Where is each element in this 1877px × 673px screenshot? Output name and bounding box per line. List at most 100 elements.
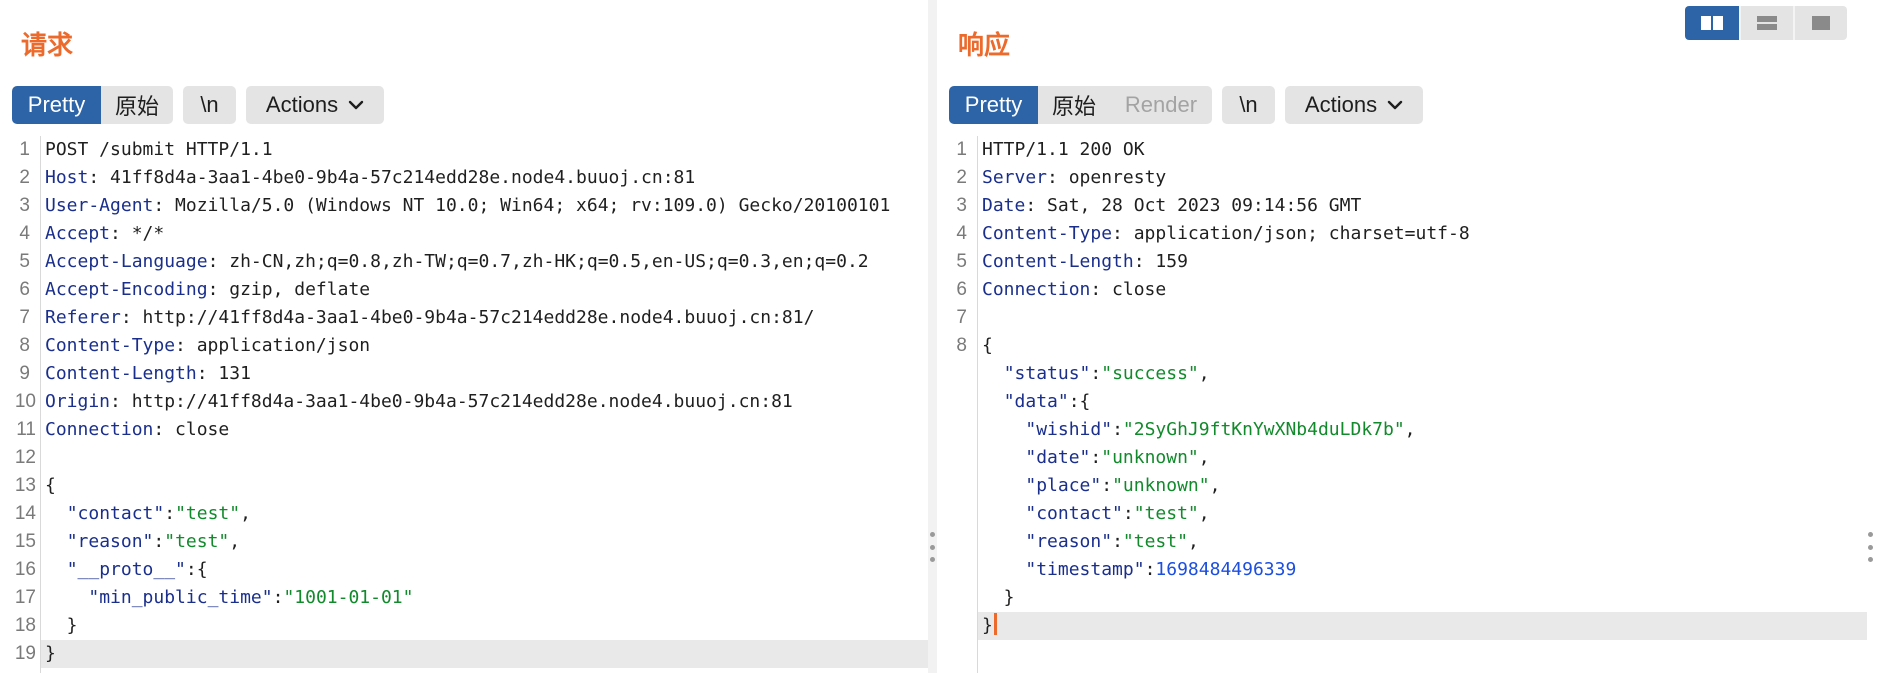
code-punct: HTTP/1.1 200 OK: [982, 139, 1145, 160]
tab-pretty[interactable]: Pretty: [949, 86, 1038, 124]
code-punct: [982, 503, 1025, 524]
code-text: "__proto__":{: [45, 556, 208, 584]
line-number: 16: [14, 559, 36, 580]
line-number: 1: [19, 139, 30, 160]
newline-toggle-button[interactable]: \n: [183, 86, 236, 124]
code-punct: : application/json; charset=utf-8: [1112, 223, 1470, 244]
code-punct: : openresty: [1047, 167, 1167, 188]
code-line: "wishid":"2SyGhJ9ftKnYwXNb4duLDk7b",: [978, 416, 1867, 444]
line-number: 6: [956, 279, 967, 300]
code-text: Accept: */*: [45, 220, 164, 248]
tab-render[interactable]: Render: [1110, 86, 1212, 124]
code-punct: }: [982, 615, 993, 636]
actions-dropdown-button[interactable]: Actions: [1285, 86, 1423, 124]
actions-dropdown-button[interactable]: Actions: [246, 86, 384, 124]
code-key: "contact": [1025, 503, 1123, 524]
code-text: "place":"unknown",: [982, 472, 1220, 500]
code-line: 7 Referer: http://41ff8d4a-3aa1-4be0-9b4a…: [19, 304, 928, 332]
tab-raw[interactable]: 原始: [101, 86, 173, 124]
code-punct: :: [1112, 531, 1123, 552]
code-punct: [45, 587, 88, 608]
code-text: Accept-Encoding: gzip, deflate: [45, 276, 370, 304]
newline-toggle-button[interactable]: \n: [1222, 86, 1275, 124]
response-title: 响应: [958, 31, 1011, 61]
code-punct: : http://41ff8d4a-3aa1-4be0-9b4a-57c214e…: [120, 307, 815, 328]
code-line: "status":"success",: [978, 360, 1867, 388]
code-key: "status": [1003, 363, 1091, 384]
side-by-side-icon: [1701, 16, 1723, 30]
line-number: 3: [956, 195, 967, 216]
code-text: Connection: close: [45, 416, 229, 444]
code-string: "test": [175, 503, 241, 524]
code-key: "wishid": [1025, 419, 1113, 440]
code-line: 5 Content-Length: 159: [956, 248, 1867, 276]
code-punct: ,: [1198, 503, 1210, 524]
code-line: "timestamp":1698484496339: [978, 556, 1867, 584]
code-text: "min_public_time":"1001-01-01": [45, 584, 413, 612]
code-line: "place":"unknown",: [978, 472, 1867, 500]
code-key: "date": [1025, 447, 1091, 468]
code-punct: : close: [153, 419, 230, 440]
code-line: 1 POST /submit HTTP/1.1: [19, 136, 928, 164]
side-by-side-layout-button[interactable]: [1685, 6, 1739, 40]
code-line: 11 Connection: close: [16, 416, 928, 444]
code-punct: [45, 559, 67, 580]
code-key: Accept-Language: [45, 251, 208, 272]
drag-handle-icon[interactable]: [1867, 532, 1873, 562]
code-punct: : 159: [1133, 251, 1188, 272]
code-text: Server: openresty: [982, 164, 1166, 192]
line-number: 4: [19, 223, 30, 244]
panel-splitter[interactable]: [928, 0, 937, 673]
code-punct: :: [1090, 447, 1102, 468]
layout-switcher: [1685, 6, 1847, 40]
line-number: 4: [956, 223, 967, 244]
line-number: 3: [19, 195, 30, 216]
tab-pretty[interactable]: Pretty: [12, 86, 101, 124]
code-text: Referer: http://41ff8d4a-3aa1-4be0-9b4a-…: [45, 304, 814, 332]
code-line: 12: [15, 444, 928, 472]
code-key: "reason": [1025, 531, 1113, 552]
code-string: "test": [1133, 503, 1199, 524]
code-punct: ,: [229, 531, 241, 552]
actions-label: Actions: [1304, 92, 1378, 117]
response-editor[interactable]: 1 HTTP/1.1 200 OK 2 Server: openresty 3 Date:…: [937, 136, 1867, 673]
code-line: "reason":"test",: [978, 528, 1867, 556]
stacked-icon: [1757, 16, 1777, 30]
code-text: HTTP/1.1 200 OK: [982, 136, 1145, 164]
code-punct: [982, 475, 1025, 496]
code-text: {: [982, 332, 993, 360]
code-text: }: [45, 640, 56, 668]
code-punct: : 131: [196, 363, 251, 384]
code-line: 3 Date: Sat, 28 Oct 2023 09:14:56 GMT: [956, 192, 1867, 220]
code-punct: ,: [1198, 363, 1210, 384]
single-panel-layout-button[interactable]: [1793, 6, 1847, 40]
code-line: 7: [956, 304, 1867, 332]
code-punct: :: [164, 503, 176, 524]
line-number: 11: [16, 419, 36, 440]
code-text: "status":"success",: [982, 360, 1210, 388]
stacked-layout-button[interactable]: [1739, 6, 1793, 40]
code-punct: :: [1090, 363, 1102, 384]
single-panel-icon: [1812, 16, 1830, 30]
code-punct: [982, 391, 1004, 412]
code-punct: [982, 559, 1025, 580]
code-string: "unknown": [1112, 475, 1210, 496]
code-key: Date: [982, 195, 1026, 216]
code-key: Content-Type: [45, 335, 176, 356]
line-number: 9: [19, 363, 30, 384]
code-key: Server: [982, 167, 1048, 188]
code-punct: :: [1122, 503, 1134, 524]
tab-raw[interactable]: 原始: [1038, 86, 1110, 124]
code-line: "data":{: [978, 388, 1867, 416]
code-key: "timestamp": [1025, 559, 1145, 580]
request-editor[interactable]: 1 POST /submit HTTP/1.1 2 Host: 41ff8d4a-3a…: [0, 136, 928, 673]
code-text: Content-Length: 131: [45, 360, 251, 388]
drag-handle-icon[interactable]: [929, 532, 935, 562]
line-number: 5: [956, 251, 967, 272]
code-punct: }: [45, 615, 78, 636]
line-number: 1: [956, 139, 967, 160]
code-line: 19}: [15, 640, 928, 668]
code-punct: :: [153, 531, 165, 552]
code-key: "place": [1025, 475, 1102, 496]
line-number: 5: [19, 251, 30, 272]
